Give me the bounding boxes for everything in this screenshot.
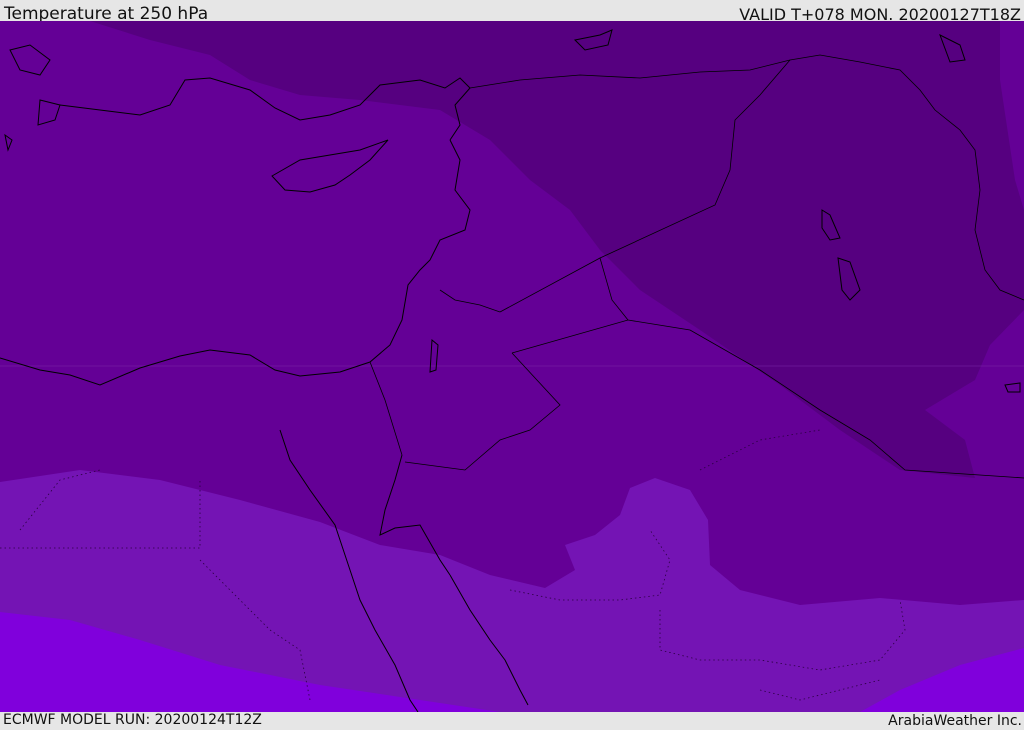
footer-bar: ECMWF MODEL RUN: 20200124T12Z ArabiaWeat… [0,712,1024,729]
model-run-label: ECMWF MODEL RUN: 20200124T12Z [3,712,262,728]
header-bar: Temperature at 250 hPa VALID T+078 MON. … [0,0,1024,24]
temperature-map [0,21,1024,712]
credit-label: ArabiaWeather Inc. [888,713,1022,729]
